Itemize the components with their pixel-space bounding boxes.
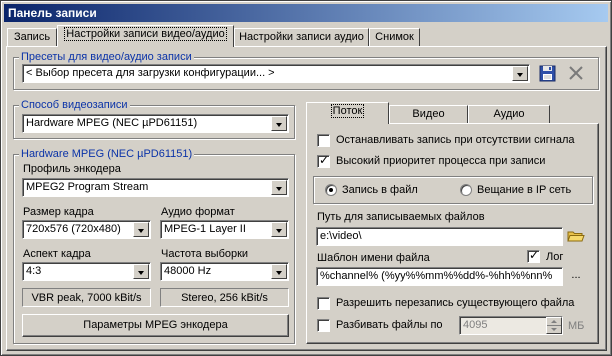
- chevron-down-icon[interactable]: [133, 222, 149, 237]
- frame-size-select[interactable]: 720x576 (720x480): [22, 220, 151, 239]
- split-files-checkbox[interactable]: [317, 319, 330, 332]
- ip-broadcast-label: Вещание в IP сеть: [477, 184, 572, 196]
- split-size-value: 4095: [463, 319, 488, 331]
- path-input[interactable]: e:\video\: [316, 227, 563, 246]
- audio-format-select[interactable]: MPEG-1 Layer II: [160, 220, 289, 239]
- sample-rate-value: 48000 Hz: [164, 265, 212, 277]
- subtab-stream[interactable]: Поток: [306, 102, 389, 124]
- tab-audio-settings[interactable]: Настройки записи аудио: [234, 28, 369, 47]
- recording-panel-window: Панель записи Запись Настройки записи ви…: [0, 0, 612, 356]
- tab-recording[interactable]: Запись: [7, 28, 57, 47]
- audio-bitrate-status: Stereo, 256 kBit/s: [160, 288, 289, 307]
- audio-format-label: Аудио формат: [161, 206, 235, 218]
- chevron-down-icon[interactable]: [512, 66, 528, 81]
- encoder-profile-select[interactable]: MPEG2 Program Stream: [22, 178, 289, 197]
- subtab-audio[interactable]: Аудио: [468, 105, 550, 124]
- stop-on-no-signal-label: Останавливать запись при отсутствии сигн…: [336, 134, 575, 146]
- sample-rate-label: Частота выборки: [161, 248, 249, 260]
- path-label: Путь для записываемых файлов: [317, 211, 485, 223]
- allow-overwrite-label: Разрешить перезапись существующего файла: [336, 297, 575, 309]
- aspect-label: Аспект кадра: [23, 248, 91, 260]
- log-checkbox[interactable]: [527, 248, 540, 263]
- split-files-label: Разбивать файлы по: [336, 319, 443, 331]
- floppy-disk-icon[interactable]: [538, 63, 558, 83]
- chevron-down-icon[interactable]: [271, 180, 287, 195]
- aspect-select[interactable]: 4:3: [22, 262, 151, 281]
- template-ellipsis-button[interactable]: ...: [567, 267, 585, 285]
- close-x-icon[interactable]: [566, 63, 586, 83]
- allow-overwrite-checkbox[interactable]: [317, 297, 330, 310]
- high-priority-label: Высокий приоритет процесса при записи: [336, 155, 546, 167]
- sample-rate-select[interactable]: 48000 Hz: [160, 262, 289, 281]
- chevron-down-icon[interactable]: [133, 264, 149, 279]
- preset-select[interactable]: < Выбор пресета для загрузки конфигураци…: [22, 64, 530, 83]
- window-title: Панель записи: [4, 4, 608, 22]
- encoder-profile-label: Профиль энкодера: [23, 163, 121, 175]
- template-label: Шаблон имени файла: [317, 252, 430, 264]
- ip-broadcast-radio[interactable]: [460, 184, 472, 196]
- record-to-file-radio[interactable]: [325, 184, 337, 196]
- preset-select-value: < Выбор пресета для загрузки конфигураци…: [26, 67, 275, 79]
- chevron-down-icon[interactable]: [271, 264, 287, 279]
- encoder-profile-value: MPEG2 Program Stream: [26, 181, 149, 193]
- split-size-spinner[interactable]: [546, 317, 562, 334]
- chevron-down-icon[interactable]: [271, 222, 287, 237]
- audio-format-value: MPEG-1 Layer II: [164, 223, 246, 235]
- tab-video-audio-settings[interactable]: Настройки записи видео/аудио: [57, 25, 234, 47]
- capture-method-value: Hardware MPEG (NEC µPD61151): [26, 117, 198, 129]
- frame-size-label: Размер кадра: [23, 206, 94, 218]
- split-unit-label: МБ: [568, 320, 585, 332]
- video-bitrate-status: VBR peak, 7000 kBit/s: [22, 288, 151, 307]
- stop-on-no-signal-checkbox[interactable]: [317, 134, 330, 147]
- record-to-file-label: Запись в файл: [342, 184, 418, 196]
- presets-group-title: Пресеты для видео/аудио записи: [19, 51, 194, 63]
- hw-mpeg-title: Hardware MPEG (NEC µPD61151): [19, 148, 195, 160]
- subtab-video[interactable]: Видео: [389, 105, 468, 124]
- filename-template-input[interactable]: %channel% (%yy%%mm%%dd%-%hh%%nn%: [316, 267, 563, 286]
- capture-method-title: Способ видеозаписи: [19, 99, 130, 111]
- tab-label: Настройки записи видео/аудио: [64, 27, 227, 41]
- chevron-down-icon[interactable]: [271, 116, 287, 131]
- tab-snapshot[interactable]: Снимок: [369, 28, 420, 47]
- aspect-value: 4:3: [26, 265, 42, 277]
- mpeg-encoder-params-button[interactable]: Параметры MPEG энкодера: [22, 314, 289, 337]
- high-priority-checkbox[interactable]: [317, 153, 330, 168]
- folder-icon[interactable]: [567, 227, 585, 245]
- capture-method-select[interactable]: Hardware MPEG (NEC µPD61151): [22, 114, 289, 133]
- log-label: Лог: [546, 251, 564, 263]
- frame-size-value: 720x576 (720x480): [26, 223, 121, 235]
